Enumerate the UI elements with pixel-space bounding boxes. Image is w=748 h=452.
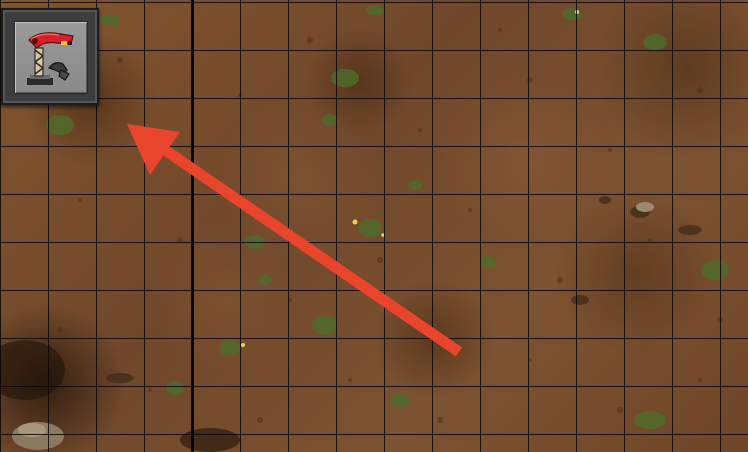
- dirt-speckles: [57, 28, 723, 423]
- yellow-flowers: [241, 10, 579, 347]
- game-viewport[interactable]: [0, 0, 748, 452]
- dark-shrubs: [106, 196, 702, 383]
- terrain-layer: [0, 5, 729, 452]
- grass-tufts: [46, 5, 729, 429]
- inserter-icon: [27, 32, 74, 85]
- tool-slot[interactable]: [1, 8, 99, 105]
- tool-slot-icon-frame[interactable]: [14, 21, 88, 94]
